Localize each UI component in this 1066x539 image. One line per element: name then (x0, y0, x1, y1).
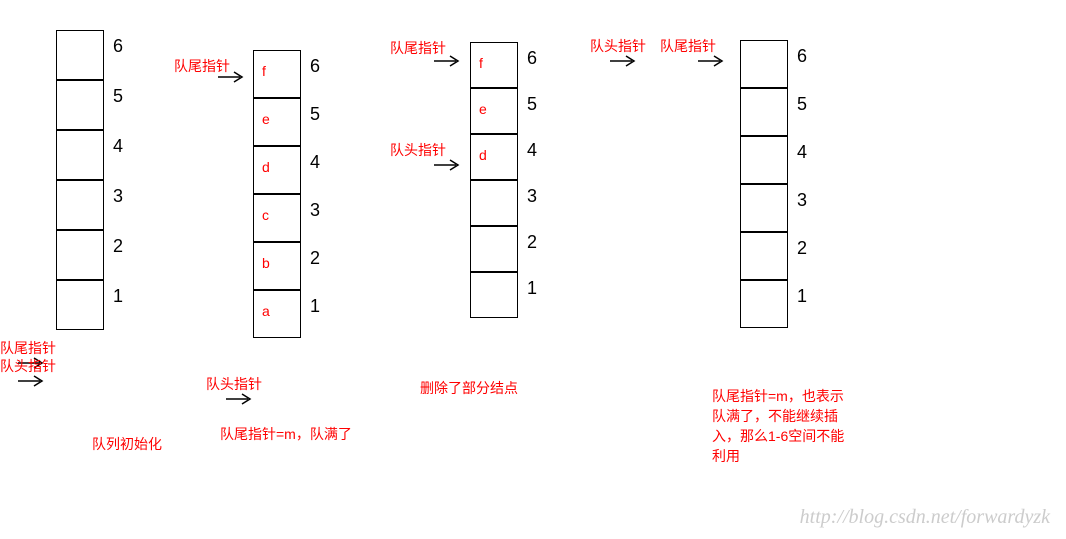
cell: 5 (57, 80, 103, 130)
rear-pointer-label: 队尾指针 (0, 338, 56, 358)
index-label: 5 (797, 79, 807, 129)
cell: c3 (254, 194, 300, 242)
arrow-icon (218, 70, 248, 84)
cell: 1 (741, 280, 787, 328)
caption: 队尾指针=m，队满了 (220, 424, 370, 444)
cell: f6 (471, 42, 517, 88)
front-pointer-label: 队头指针 (390, 140, 446, 160)
cell: 1 (57, 280, 103, 330)
cell: 5 (741, 88, 787, 136)
index-label: 4 (797, 127, 807, 177)
cell: f6 (254, 50, 300, 98)
index-label: 4 (527, 125, 537, 175)
cell: b2 (254, 242, 300, 290)
cell: d4 (254, 146, 300, 194)
cell: a1 (254, 290, 300, 338)
cell: 4 (741, 136, 787, 184)
arrow-icon (434, 158, 464, 172)
index-label: 6 (527, 33, 537, 83)
cell-value: d (262, 159, 270, 175)
cell: 2 (741, 232, 787, 280)
caption: 队尾指针=m，也表示队满了，不能继续插入，那么1-6空间不能利用 (712, 386, 862, 466)
cell: 4 (57, 130, 103, 180)
index-label: 5 (113, 71, 123, 121)
index-label: 2 (797, 223, 807, 273)
index-label: 4 (113, 121, 123, 171)
watermark-text: http://blog.csdn.net/forwardyzk (800, 506, 1050, 529)
queue-3: f6e5d4321 (470, 42, 518, 318)
arrow-icon (610, 54, 640, 68)
index-label: 6 (310, 41, 320, 91)
cell-value: a (262, 303, 270, 319)
cell-value: c (262, 207, 269, 223)
index-label: 5 (310, 89, 320, 139)
cell: 6 (741, 40, 787, 88)
cell-value: e (262, 111, 270, 127)
front-pointer-label: 队头指针 (590, 36, 646, 56)
cell: 3 (741, 184, 787, 232)
cell-value: e (479, 101, 487, 117)
cell: 1 (471, 272, 517, 318)
index-label: 3 (797, 175, 807, 225)
cell: 2 (471, 226, 517, 272)
cell: e5 (254, 98, 300, 146)
index-label: 3 (527, 171, 537, 221)
queue-2: f6e5d4c3b2a1 (253, 50, 301, 338)
index-label: 5 (527, 79, 537, 129)
index-label: 2 (310, 233, 320, 283)
index-label: 2 (113, 221, 123, 271)
cell: 2 (57, 230, 103, 280)
index-label: 6 (113, 21, 123, 71)
index-label: 3 (113, 171, 123, 221)
index-label: 1 (527, 263, 537, 313)
cell-value: b (262, 255, 270, 271)
cell: 3 (471, 180, 517, 226)
front-pointer-label: 队头指针 (0, 356, 56, 376)
arrow-icon (698, 54, 728, 68)
cell: e5 (471, 88, 517, 134)
index-label: 4 (310, 137, 320, 187)
index-label: 1 (113, 271, 123, 321)
queue-4: 654321 (740, 40, 788, 328)
index-label: 3 (310, 185, 320, 235)
arrow-icon (226, 392, 256, 406)
queue-1: 654321 (56, 30, 104, 330)
cell-value: f (262, 63, 266, 79)
index-label: 6 (797, 31, 807, 81)
cell: 3 (57, 180, 103, 230)
index-label: 1 (310, 281, 320, 331)
front-pointer-label: 队头指针 (206, 374, 262, 394)
index-label: 1 (797, 271, 807, 321)
rear-pointer-label: 队尾指针 (660, 36, 716, 56)
cell: 6 (57, 30, 103, 80)
index-label: 2 (527, 217, 537, 267)
arrow-icon (18, 374, 48, 388)
cell-value: d (479, 147, 487, 163)
caption: 删除了部分结点 (420, 378, 570, 398)
cell: d4 (471, 134, 517, 180)
arrow-icon (434, 54, 464, 68)
cell-value: f (479, 55, 483, 71)
